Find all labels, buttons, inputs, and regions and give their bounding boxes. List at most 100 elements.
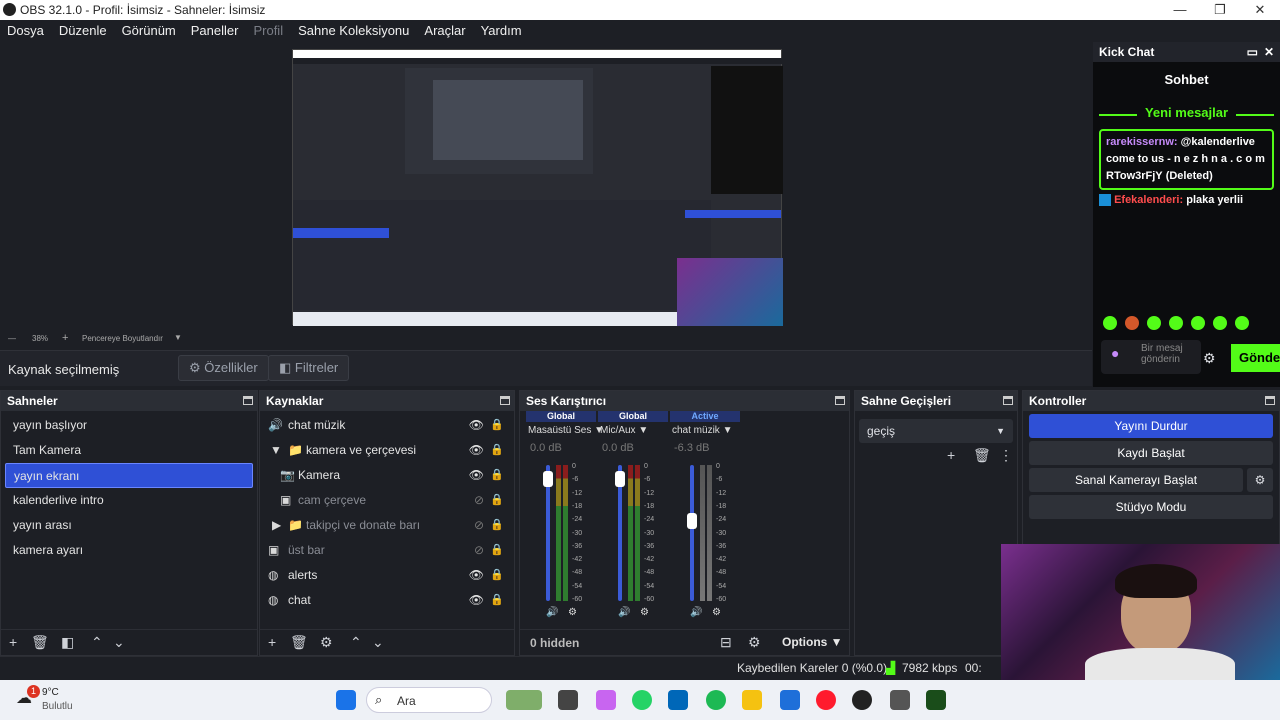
obs-taskbar-icon[interactable] [852, 690, 872, 710]
volume-fader[interactable] [615, 465, 625, 601]
maximize-button[interactable]: ❐ [1200, 0, 1240, 20]
speaker-icon[interactable]: 🔊 [618, 607, 630, 618]
undock-icon[interactable] [1265, 396, 1275, 405]
gear-icon[interactable]: ⚙ [1203, 350, 1216, 367]
start-virtual-camera-button[interactable]: Sanal Kamerayı Başlat [1029, 468, 1243, 492]
eye-icon[interactable]: 👁 [469, 438, 484, 463]
lock-icon[interactable]: 🔒 [490, 513, 504, 538]
move-down-button[interactable]: ⌄ [372, 634, 384, 651]
minimize-button[interactable]: — [1160, 0, 1200, 20]
menu-tools[interactable]: Araçlar [417, 20, 473, 42]
lock-icon[interactable]: 🔒 [490, 563, 504, 588]
channel-name[interactable]: chat müzik ▼ [670, 425, 740, 436]
volume-fader[interactable] [687, 465, 697, 601]
file-explorer-icon[interactable] [742, 690, 762, 710]
trash-icon[interactable]: 🗑 [31, 634, 49, 651]
spotify-icon[interactable] [706, 690, 726, 710]
menu-file[interactable]: Dosya [0, 20, 52, 42]
eye-hidden-icon[interactable]: ⊘ [474, 513, 484, 538]
scene-item[interactable]: kamera ayarı [5, 538, 253, 563]
undock-icon[interactable]: ▭ [1247, 42, 1258, 62]
settings-icon[interactable] [890, 690, 910, 710]
emote-icon[interactable] [1235, 316, 1249, 330]
lock-icon[interactable]: 🔒 [490, 488, 504, 513]
undock-icon[interactable] [1003, 396, 1013, 405]
scene-item[interactable]: yayın arası [5, 513, 253, 538]
gear-icon[interactable]: ⚙ [712, 607, 721, 618]
zoom-out-button[interactable]: — [8, 334, 16, 343]
move-up-button[interactable]: ⌃ [350, 634, 362, 651]
fader-knob[interactable] [687, 513, 697, 529]
fader-knob[interactable] [543, 471, 553, 487]
gear-icon[interactable]: ⚙ [640, 607, 649, 618]
source-item[interactable]: ◍ alerts 👁 🔒 [260, 563, 514, 588]
eye-icon[interactable]: 👁 [469, 563, 484, 588]
eye-icon[interactable]: 👁 [469, 413, 484, 438]
start-menu-icon[interactable] [336, 690, 356, 710]
opera-icon[interactable] [816, 690, 836, 710]
source-item[interactable]: ▣ üst bar ⊘ 🔒 [260, 538, 514, 563]
kick-app-icon[interactable] [926, 690, 946, 710]
task-view-icon[interactable] [558, 690, 578, 710]
trash-icon[interactable]: 🗑 [973, 447, 991, 464]
preview-canvas[interactable] [292, 49, 783, 326]
channel-name[interactable]: Masaüstü Ses ▼ [526, 425, 604, 436]
emote-icon[interactable] [1191, 316, 1205, 330]
expand-arrow-icon[interactable]: ▼ [270, 438, 282, 463]
add-transition-button[interactable]: + [947, 447, 955, 463]
menu-view[interactable]: Görünüm [115, 20, 184, 42]
outlook-icon[interactable] [780, 690, 800, 710]
emote-icon[interactable] [1125, 316, 1139, 330]
gear-icon[interactable]: ⚙ [568, 607, 577, 618]
zoom-in-button[interactable]: + [62, 332, 68, 344]
scene-item[interactable]: Tam Kamera [5, 438, 253, 463]
scene-item[interactable]: yayın başlıyor [5, 413, 253, 438]
source-item[interactable]: ◍ chat 👁 🔒 [260, 588, 514, 613]
lock-icon[interactable]: 🔒 [490, 588, 504, 613]
add-source-button[interactable]: + [268, 634, 276, 650]
stop-streaming-button[interactable]: Yayını Durdur [1029, 414, 1273, 438]
widgets-icon[interactable] [506, 690, 542, 710]
fader-knob[interactable] [615, 471, 625, 487]
undock-icon[interactable] [500, 396, 510, 405]
weather-temp[interactable]: 9°C [42, 687, 59, 698]
lock-icon[interactable]: 🔒 [490, 438, 504, 463]
mute-icon[interactable]: 🔊 [690, 607, 702, 618]
emote-icon[interactable] [1103, 316, 1117, 330]
transition-select[interactable]: geçiş ▼ [859, 419, 1013, 443]
layout-toggle-icon[interactable]: ⊟ [720, 634, 732, 651]
whatsapp-icon[interactable] [632, 690, 652, 710]
menu-edit[interactable]: Düzenle [52, 20, 115, 42]
menu-profile[interactable]: Profil [246, 20, 291, 42]
move-down-button[interactable]: ⌄ [113, 634, 125, 651]
chat-username[interactable]: rarekissernw: [1106, 136, 1178, 148]
source-group[interactable]: ▼ 📁 kamera ve çerçevesi 👁 🔒 [260, 438, 514, 463]
undock-icon[interactable] [243, 396, 253, 405]
eye-hidden-icon[interactable]: ⊘ [474, 488, 484, 513]
source-item[interactable]: 🔊 chat müzik 👁 🔒 [260, 413, 514, 438]
volume-fader[interactable] [543, 465, 553, 601]
gear-icon[interactable]: ⚙ [748, 634, 761, 651]
undock-icon[interactable] [835, 396, 845, 405]
eye-icon[interactable]: 👁 [469, 463, 484, 488]
emote-icon[interactable] [1169, 316, 1183, 330]
copilot-icon[interactable] [596, 690, 616, 710]
fit-to-window-label[interactable]: Pencereye Boyutlandır [82, 334, 163, 343]
move-up-button[interactable]: ⌃ [91, 634, 103, 651]
close-button[interactable]: ✕ [1240, 0, 1280, 20]
source-item[interactable]: 📷 Kamera 👁 🔒 [260, 463, 514, 488]
emote-icon[interactable] [1147, 316, 1161, 330]
channel-name[interactable]: Mic/Aux ▼ [598, 425, 668, 436]
source-group[interactable]: ▶ 📁 takipçi ve donate barı ⊘ 🔒 [260, 513, 514, 538]
filters-button[interactable]: ◧ Filtreler [268, 355, 350, 381]
chat-input[interactable]: ● Bir mesaj gönderin [1101, 340, 1201, 374]
collapse-arrow-icon[interactable]: ▶ [272, 513, 281, 538]
scene-item[interactable]: kalenderlive intro [5, 488, 253, 513]
eye-hidden-icon[interactable]: ⊘ [474, 538, 484, 563]
store-icon[interactable] [668, 690, 688, 710]
filter-icon[interactable]: ◧ [61, 634, 74, 651]
lock-icon[interactable]: 🔒 [490, 413, 504, 438]
speaker-icon[interactable]: 🔊 [546, 607, 558, 618]
start-recording-button[interactable]: Kaydı Başlat [1029, 441, 1273, 465]
gear-icon[interactable]: ⚙ [1247, 468, 1273, 492]
